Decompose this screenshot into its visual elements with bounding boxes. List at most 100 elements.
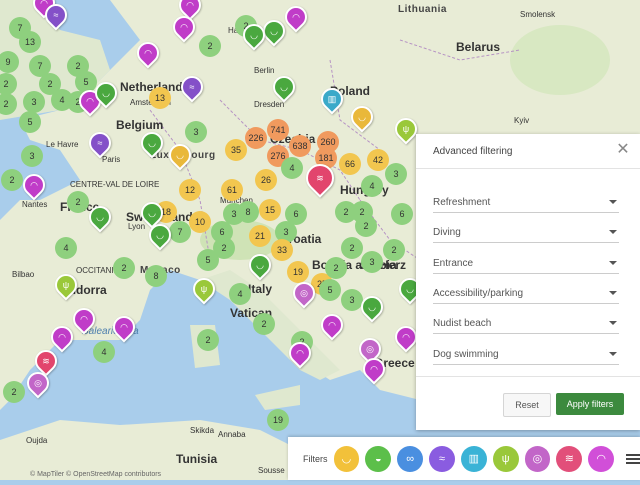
map-cluster[interactable]: 26 <box>252 166 280 194</box>
filters-label: Filters <box>303 453 328 464</box>
map-cluster[interactable]: 2 <box>352 212 380 240</box>
map-cluster[interactable]: 226 <box>242 124 270 152</box>
building-icon: ▥ <box>468 453 479 465</box>
filter-pool-button[interactable]: ≈ <box>429 445 455 472</box>
map-cluster[interactable]: 7 <box>166 218 194 246</box>
map-cluster[interactable]: 15 <box>256 196 284 224</box>
filter-boat-button[interactable]: ◡ <box>333 445 360 472</box>
chevron-down-icon <box>609 291 617 295</box>
refreshment-select[interactable]: Refreshment <box>433 192 619 213</box>
map-cluster[interactable]: 638 <box>286 132 314 160</box>
map-cluster[interactable]: 6 <box>388 200 416 228</box>
food-icon: ◡ <box>148 137 156 148</box>
map-cluster[interactable]: 13 <box>146 84 174 112</box>
map-cluster[interactable]: 2 <box>322 254 350 282</box>
sliders-icon[interactable] <box>626 452 640 466</box>
map-cluster[interactable]: 2 <box>0 166 26 194</box>
beach-icon: ◠ <box>120 321 128 332</box>
select-label: Entrance <box>433 257 474 269</box>
beach-icon: ◠ <box>144 47 152 58</box>
map-cluster[interactable]: 4 <box>226 280 254 308</box>
filter-food-button[interactable]: ◒ <box>365 445 392 472</box>
beach-icon: ◠ <box>180 21 188 32</box>
entrance-select[interactable]: Entrance <box>433 253 619 274</box>
select-label: Diving <box>433 226 461 238</box>
food-icon: ◡ <box>270 25 278 36</box>
lifebuoy-icon: ◎ <box>532 453 543 465</box>
beach-icon: ◠ <box>30 179 38 190</box>
food-icon: ◡ <box>156 229 164 240</box>
map-cluster[interactable]: 21 <box>246 222 274 250</box>
reset-button[interactable]: Reset <box>503 393 551 417</box>
map-cluster[interactable]: 5 <box>316 276 344 304</box>
filter-bar: Filters ◡ ◒ ∞ ≈ ▥ ψ ◎ ≋ ◠ <box>288 437 640 480</box>
map-cluster[interactable]: 61 <box>218 176 246 204</box>
accessibility-parking-select[interactable]: Accessibility/parking <box>433 283 619 304</box>
filter-hot-spring-button[interactable]: ≋ <box>556 445 583 472</box>
map-cluster[interactable]: 4 <box>90 338 118 366</box>
filter-binoculars-button[interactable]: ∞ <box>397 445 424 472</box>
filter-building-button[interactable]: ▥ <box>460 445 487 472</box>
map-cluster[interactable]: 2 <box>110 254 138 282</box>
chevron-down-icon <box>609 200 617 204</box>
map-cluster[interactable]: 3 <box>358 248 386 276</box>
map-cluster[interactable]: 2 <box>64 188 92 216</box>
map-cluster[interactable]: 19 <box>264 406 292 434</box>
map-cluster[interactable]: 12 <box>176 176 204 204</box>
lungs-icon: ψ <box>200 284 208 294</box>
filter-shell-button[interactable]: ◠ <box>588 445 615 472</box>
diving-select[interactable]: Diving <box>433 222 619 243</box>
map-cluster[interactable]: 33 <box>268 236 296 264</box>
map-cluster[interactable]: 2 <box>338 234 366 262</box>
binoculars-icon: ∞ <box>406 452 415 465</box>
map-cluster[interactable]: 5 <box>16 108 44 136</box>
beach-icon: ◠ <box>186 0 194 10</box>
lungs-icon: ψ <box>501 452 510 465</box>
food-icon: ◡ <box>148 207 156 218</box>
map-cluster[interactable]: 4 <box>52 234 80 262</box>
filter-lifebuoy-button[interactable]: ◎ <box>524 445 551 472</box>
map-cluster[interactable]: 3 <box>20 88 48 116</box>
map-cluster[interactable]: 2 <box>250 310 278 338</box>
map-cluster[interactable]: 2 <box>210 234 238 262</box>
food-icon: ◒ <box>374 452 382 465</box>
pool-icon: ≈ <box>53 10 59 20</box>
chevron-down-icon <box>609 230 617 234</box>
map-attribution: © MapTiler © OpenStreetMap contributors <box>30 471 162 478</box>
beach-icon: ◠ <box>292 11 300 22</box>
chevron-down-icon <box>609 352 617 356</box>
lungs-icon: ψ <box>62 280 70 290</box>
map-cluster[interactable]: 2 <box>380 236 408 264</box>
map-cluster[interactable]: 35 <box>222 136 250 164</box>
map-cluster[interactable]: 66 <box>336 150 364 178</box>
beach-icon: ◠ <box>58 331 66 342</box>
map-cluster[interactable]: 2 <box>196 32 224 60</box>
hot-spring-icon: ≋ <box>564 453 574 465</box>
apply-filters-button[interactable]: Apply filters <box>556 393 624 415</box>
nudist-beach-select[interactable]: Nudist beach <box>433 313 619 334</box>
beach-icon: ◠ <box>296 347 304 358</box>
map-cluster[interactable]: 3 <box>18 142 46 170</box>
lifebuoy-icon: ◎ <box>366 343 374 354</box>
map-cluster[interactable]: 8 <box>142 262 170 290</box>
map-cluster[interactable]: 19 <box>284 258 312 286</box>
map-cluster[interactable]: 4 <box>48 86 76 114</box>
map-cluster[interactable]: 3 <box>382 160 410 188</box>
map-cluster[interactable]: 10 <box>186 208 214 236</box>
close-icon[interactable]: ✕ <box>616 142 630 158</box>
map-cluster[interactable]: 2 <box>0 378 28 406</box>
map-cluster[interactable]: 4 <box>358 172 386 200</box>
pool-icon: ≈ <box>438 452 445 465</box>
lifebuoy-icon: ◎ <box>300 287 308 298</box>
map-cluster[interactable]: 7 <box>6 14 34 42</box>
dog-swimming-select[interactable]: Dog swimming <box>433 344 619 365</box>
boat-icon: ◡ <box>176 149 184 160</box>
map-cluster[interactable]: 4 <box>278 154 306 182</box>
map-cluster[interactable]: 2 <box>194 326 222 354</box>
filter-lungs-button[interactable]: ψ <box>492 445 519 472</box>
map-cluster[interactable]: 741 <box>264 116 292 144</box>
select-label: Refreshment <box>433 196 491 208</box>
shell-icon: ◠ <box>596 453 606 465</box>
panel-header: Advanced filtering ✕ <box>416 134 640 169</box>
map-cluster[interactable]: 3 <box>182 118 210 146</box>
